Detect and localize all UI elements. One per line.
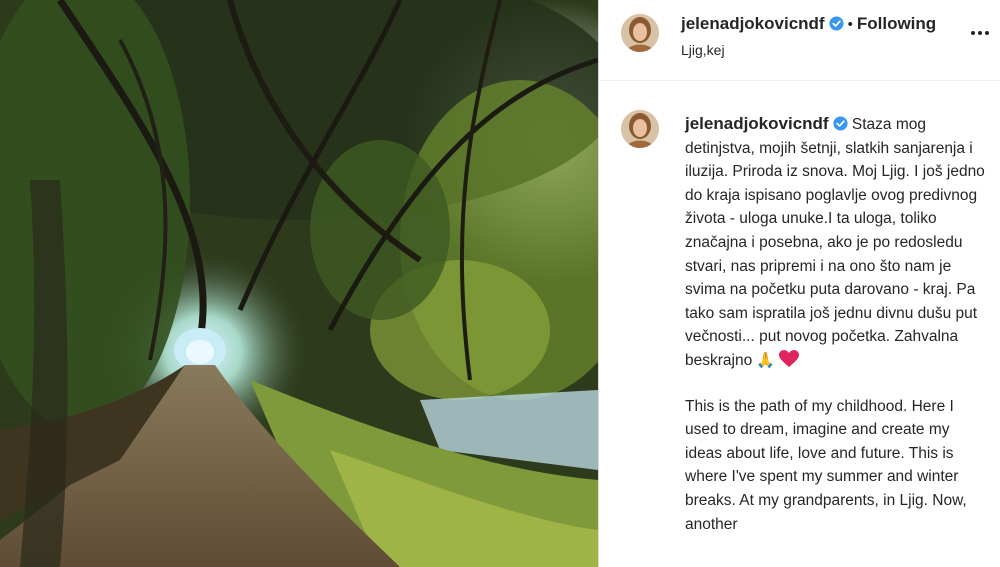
praying-hands-emoji: 🙏 <box>756 351 775 369</box>
verified-badge-icon <box>833 116 848 131</box>
verified-badge-icon <box>829 16 844 31</box>
profile-photo-icon <box>621 14 659 52</box>
caption-avatar[interactable] <box>621 110 659 148</box>
username-link[interactable]: jelenadjokovicndf <box>681 14 825 33</box>
caption-paragraph-sr: jelenadjokovicndf Staza mog detinjstva, … <box>685 112 990 373</box>
caption-paragraph-en: This is the path of my childhood. Here I… <box>685 397 967 533</box>
caption-text-sr: Staza mog detinjstva, mojih šetnji, slat… <box>685 116 985 369</box>
tree-tunnel-path-photo <box>0 0 598 567</box>
red-heart-emoji-icon <box>779 349 800 367</box>
following-button[interactable]: Following <box>857 14 936 33</box>
post-side-panel: jelenadjokovicndf • Following Ljig,kej jel… <box>598 0 1000 567</box>
caption-username-link[interactable]: jelenadjokovicndf <box>685 114 829 133</box>
profile-photo-icon <box>621 110 659 148</box>
post-caption: jelenadjokovicndf Staza mog detinjstva, … <box>685 112 990 536</box>
header-user-line: jelenadjokovicndf • Following <box>681 14 936 34</box>
post-photo[interactable] <box>0 0 598 567</box>
post-header: jelenadjokovicndf • Following Ljig,kej <box>599 0 1000 81</box>
separator-dot: • <box>847 16 853 33</box>
avatar[interactable] <box>621 14 659 52</box>
location-link[interactable]: Ljig,kej <box>681 42 725 58</box>
more-options-icon[interactable] <box>971 22 995 35</box>
